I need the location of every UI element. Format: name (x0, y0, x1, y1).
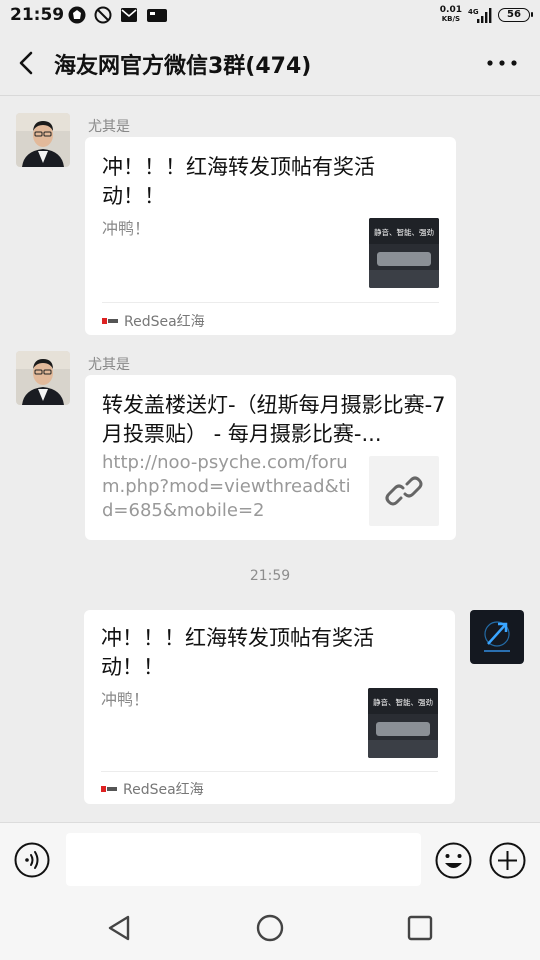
net-speed: 0.01 KB/S (440, 6, 462, 24)
signal-icon: 4G (468, 8, 492, 23)
avatar[interactable] (16, 351, 70, 405)
card-description: 冲鸭！ (101, 690, 150, 709)
chat-title: 海友网官方微信3群(474) (54, 54, 312, 79)
net-speed-value: 0.01 (439, 5, 462, 15)
card-divider (102, 302, 439, 303)
card-title: 冲！！！红海转发顶帖有奖活动！！ (102, 155, 375, 208)
mail-icon (121, 8, 137, 22)
link-preview-box (369, 456, 439, 526)
do-not-disturb-icon (94, 6, 112, 24)
plus-icon[interactable] (489, 842, 526, 879)
chat-input-bar (0, 822, 540, 896)
back-button[interactable] (12, 48, 42, 78)
link-icon (385, 476, 423, 506)
message-card[interactable]: 冲！！！红海转发顶帖有奖活动！！ 冲鸭！ 静音、智能、强劲 RedSea红海 (84, 610, 455, 804)
sd-card-icon (147, 9, 167, 22)
status-time: 21:59 (10, 5, 65, 25)
card-title: 冲！！！红海转发顶帖有奖活动！！ (101, 626, 374, 679)
card-thumbnail: 静音、智能、强劲 (369, 218, 439, 288)
redsea-logo-icon (102, 318, 118, 324)
card-source: RedSea红海 (101, 779, 204, 799)
message-timestamp: 21:59 (249, 568, 291, 584)
message-card[interactable]: 转发盖楼送灯-（纽斯每月摄影比赛-7月投票贴） - 每月摄影比赛-... htt… (85, 375, 456, 540)
chat-header: 海友网官方微信3群(474) (0, 30, 540, 96)
message-input[interactable] (66, 833, 421, 886)
card-source: RedSea红海 (102, 311, 205, 331)
system-nav-bar (0, 896, 540, 960)
emoji-icon[interactable] (435, 842, 472, 879)
source-name: RedSea红海 (124, 314, 205, 330)
voice-icon[interactable] (14, 842, 50, 878)
thumbnail-caption: 静音、智能、强劲 (374, 227, 434, 237)
card-link-url: http://noo-psyche.com/forum.php?mod=view… (102, 452, 351, 521)
avatar[interactable] (16, 113, 70, 167)
net-speed-unit: KB/S (441, 15, 461, 23)
card-description: 冲鸭！ (102, 219, 151, 238)
redsea-logo-icon (101, 786, 117, 792)
sender-name: 尤其是 (88, 357, 130, 373)
card-thumbnail: 静音、智能、强劲 (368, 688, 438, 758)
nav-recents-icon[interactable] (404, 912, 436, 944)
battery-indicator: 56 (498, 8, 533, 22)
more-dots-icon[interactable] (486, 52, 518, 74)
sender-name: 尤其是 (88, 119, 130, 135)
status-bar: 21:59 0.01 KB/S 4G 56 (0, 0, 540, 30)
card-title: 转发盖楼送灯-（纽斯每月摄影比赛-7月投票贴） - 每月摄影比赛-... (102, 393, 446, 446)
message-card[interactable]: 冲！！！红海转发顶帖有奖活动！！ 冲鸭！ 静音、智能、强劲 RedSea红海 (85, 137, 456, 335)
thumbnail-caption: 静音、智能、强劲 (373, 697, 433, 707)
card-divider (101, 771, 438, 772)
nav-home-icon[interactable] (254, 912, 286, 944)
nav-back-icon[interactable] (104, 912, 136, 944)
app-notification-icon (68, 6, 86, 24)
signal-label: 4G (468, 8, 479, 16)
self-avatar[interactable] (470, 610, 524, 664)
source-name: RedSea红海 (123, 782, 204, 798)
